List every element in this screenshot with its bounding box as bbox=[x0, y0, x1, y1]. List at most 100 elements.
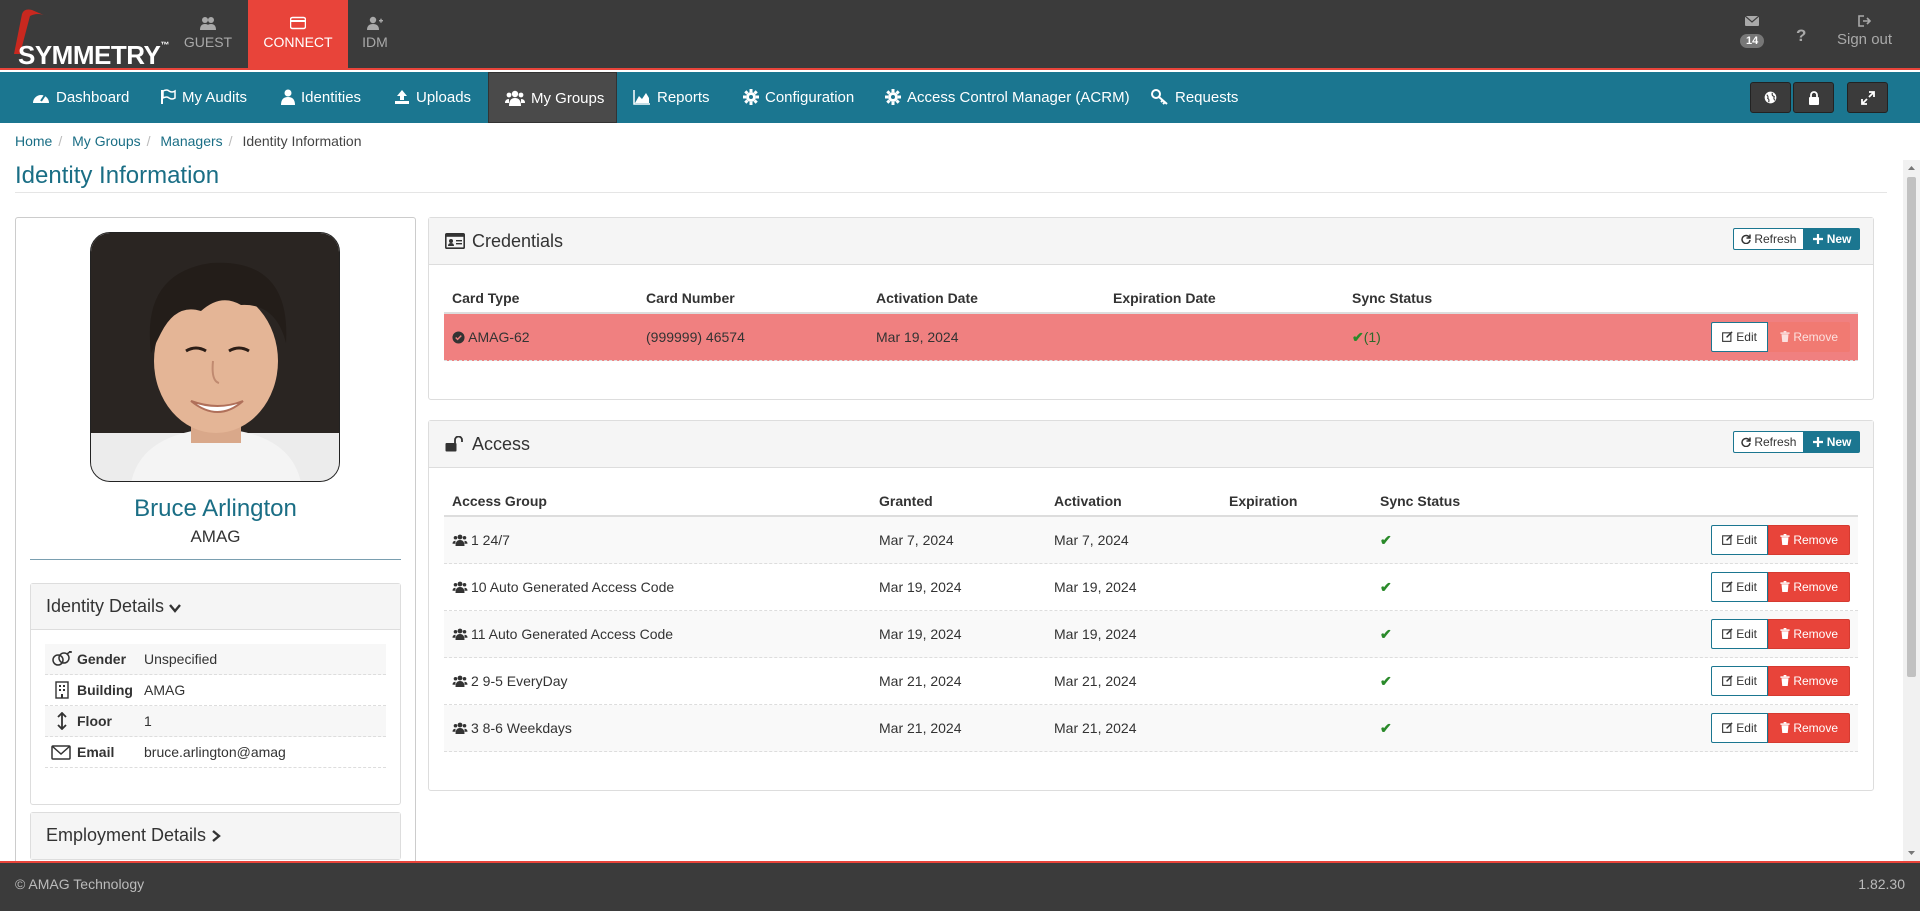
messages-button[interactable]: 14 bbox=[1740, 14, 1765, 48]
symmetry-logo[interactable]: SYMMETRY™ bbox=[6, 4, 169, 70]
edit-button[interactable]: Edit bbox=[1710, 619, 1768, 649]
plus-icon bbox=[1813, 234, 1824, 244]
trash-icon bbox=[1780, 331, 1790, 342]
nav-access-control-manager[interactable]: Access Control Manager (ACRM) bbox=[869, 72, 1146, 123]
users-icon bbox=[452, 675, 468, 687]
table-row[interactable]: 2 9-5 EveryDay Mar 21, 2024 Mar 21, 2024 ✔ … bbox=[444, 658, 1858, 705]
users-icon bbox=[452, 534, 468, 546]
table-row[interactable]: 3 8-6 Weekdays Mar 21, 2024 Mar 21, 2024 ✔ … bbox=[444, 705, 1858, 752]
sign-out-label: Sign out bbox=[1837, 31, 1893, 48]
remove-button[interactable]: Remove bbox=[1767, 619, 1850, 649]
scroll-up-icon bbox=[1908, 166, 1915, 170]
remove-button[interactable]: Remove bbox=[1767, 322, 1850, 352]
fullscreen-button[interactable] bbox=[1847, 82, 1888, 113]
access-panel: Access Refresh New Access Group Granted … bbox=[428, 420, 1874, 791]
edit-button[interactable]: Edit bbox=[1710, 525, 1768, 555]
users-icon bbox=[452, 722, 468, 734]
globe-button[interactable] bbox=[1750, 82, 1791, 113]
table-row[interactable]: 1 24/7 Mar 7, 2024 Mar 7, 2024 ✔ Edit Remov… bbox=[444, 517, 1858, 564]
activation-date: Mar 19, 2024 bbox=[1054, 579, 1137, 595]
row-actions: Edit Remove bbox=[1710, 619, 1850, 649]
col-expiration-date[interactable]: Expiration Date bbox=[1113, 290, 1216, 306]
nav-uploads[interactable]: Uploads bbox=[378, 72, 487, 123]
remove-button[interactable]: Remove bbox=[1767, 572, 1850, 602]
nav-my-groups[interactable]: My Groups bbox=[488, 72, 617, 123]
card-type: AMAG-62 bbox=[468, 329, 530, 345]
col-activation[interactable]: Activation bbox=[1054, 493, 1122, 509]
main-nav: Dashboard My Audits Identities Uploads M… bbox=[0, 72, 1920, 123]
access-new-button[interactable]: New bbox=[1804, 431, 1861, 453]
email-link[interactable]: bruce.arlington@amag bbox=[144, 737, 286, 768]
nav-my-audits[interactable]: My Audits bbox=[144, 72, 263, 123]
scrollbar-thumb[interactable] bbox=[1907, 177, 1916, 677]
sign-out-button[interactable]: Sign out bbox=[1837, 14, 1892, 48]
nav-configuration[interactable]: Configuration bbox=[727, 72, 870, 123]
remove-button[interactable]: Remove bbox=[1767, 713, 1850, 743]
remove-button[interactable]: Remove bbox=[1767, 666, 1850, 696]
edit-button[interactable]: Edit bbox=[1710, 322, 1768, 352]
identity-organization: AMAG bbox=[190, 527, 241, 546]
row-actions: Edit Remove bbox=[1710, 525, 1850, 555]
nav-requests[interactable]: Requests bbox=[1135, 72, 1254, 123]
remove-button[interactable]: Remove bbox=[1767, 525, 1850, 555]
help-button[interactable]: ? bbox=[1796, 26, 1806, 46]
chevron-right-icon bbox=[212, 830, 221, 842]
dashboard-icon bbox=[33, 94, 49, 103]
col-card-type[interactable]: Card Type bbox=[452, 290, 519, 306]
nav-dashboard[interactable]: Dashboard bbox=[16, 72, 145, 123]
access-group-name: 1 24/7 bbox=[471, 532, 510, 548]
edit-icon bbox=[1722, 628, 1733, 639]
trash-icon bbox=[1780, 675, 1790, 686]
nav-reports[interactable]: Reports bbox=[617, 72, 726, 123]
row-actions: Edit Remove bbox=[1710, 572, 1850, 602]
edit-button[interactable]: Edit bbox=[1710, 713, 1768, 743]
logo-text: SYMMETRY bbox=[18, 40, 161, 70]
activation-date: Mar 21, 2024 bbox=[1054, 673, 1137, 689]
page-scrollbar[interactable] bbox=[1903, 160, 1920, 861]
check-icon: ✔ bbox=[1380, 532, 1392, 548]
col-sync-status[interactable]: Sync Status bbox=[1380, 493, 1460, 509]
plus-icon bbox=[1813, 437, 1824, 447]
activation-date: Mar 19, 2024 bbox=[1054, 626, 1137, 642]
col-card-number[interactable]: Card Number bbox=[646, 290, 735, 306]
credentials-new-button[interactable]: New bbox=[1804, 228, 1861, 250]
granted-date: Mar 19, 2024 bbox=[879, 626, 962, 642]
breadcrumb-home[interactable]: Home bbox=[15, 133, 52, 149]
col-expiration[interactable]: Expiration bbox=[1229, 493, 1297, 509]
table-row[interactable]: 11 Auto Generated Access Code Mar 19, 202… bbox=[444, 611, 1858, 658]
identity-name: Bruce Arlington bbox=[134, 495, 297, 522]
access-group-name: 2 9-5 EveryDay bbox=[471, 673, 568, 689]
activation-date: Mar 21, 2024 bbox=[1054, 720, 1137, 736]
activation-date: Mar 19, 2024 bbox=[876, 329, 959, 345]
gear-icon bbox=[885, 89, 901, 105]
status-circle-icon bbox=[452, 331, 465, 344]
tab-idm[interactable]: IDM bbox=[325, 0, 425, 70]
breadcrumb-managers[interactable]: Managers bbox=[160, 133, 222, 149]
envelope-icon bbox=[51, 745, 71, 760]
col-access-group[interactable]: Access Group bbox=[452, 493, 547, 509]
table-row[interactable]: AMAG-62 (999999) 46574 Mar 19, 2024 ✔(1)… bbox=[444, 314, 1858, 361]
col-granted[interactable]: Granted bbox=[879, 493, 933, 509]
card-icon bbox=[290, 16, 306, 30]
col-activation-date[interactable]: Activation Date bbox=[876, 290, 978, 306]
edit-button[interactable]: Edit bbox=[1710, 572, 1768, 602]
credentials-header: Credentials Refresh New bbox=[429, 218, 1873, 265]
check-icon: ✔ bbox=[1380, 673, 1392, 689]
identity-details-header[interactable]: Identity Details bbox=[31, 584, 400, 630]
col-sync-status[interactable]: Sync Status bbox=[1352, 290, 1432, 306]
portrait-image bbox=[91, 233, 339, 481]
edit-icon bbox=[1722, 581, 1733, 592]
breadcrumb: Home / My Groups / Managers / Identity Info… bbox=[15, 133, 362, 149]
tab-guest[interactable]: GUEST bbox=[158, 0, 258, 70]
granted-date: Mar 19, 2024 bbox=[879, 579, 962, 595]
edit-button[interactable]: Edit bbox=[1710, 666, 1768, 696]
employment-details-header[interactable]: Employment Details bbox=[31, 813, 400, 859]
lock-button[interactable] bbox=[1793, 82, 1834, 113]
employment-details-panel: Employment Details bbox=[30, 812, 401, 860]
access-refresh-button[interactable]: Refresh bbox=[1733, 431, 1805, 453]
breadcrumb-my-groups[interactable]: My Groups bbox=[72, 133, 140, 149]
nav-identities[interactable]: Identities bbox=[265, 72, 377, 123]
credentials-refresh-button[interactable]: Refresh bbox=[1733, 228, 1805, 250]
trash-icon bbox=[1780, 581, 1790, 592]
table-row[interactable]: 10 Auto Generated Access Code Mar 19, 202… bbox=[444, 564, 1858, 611]
